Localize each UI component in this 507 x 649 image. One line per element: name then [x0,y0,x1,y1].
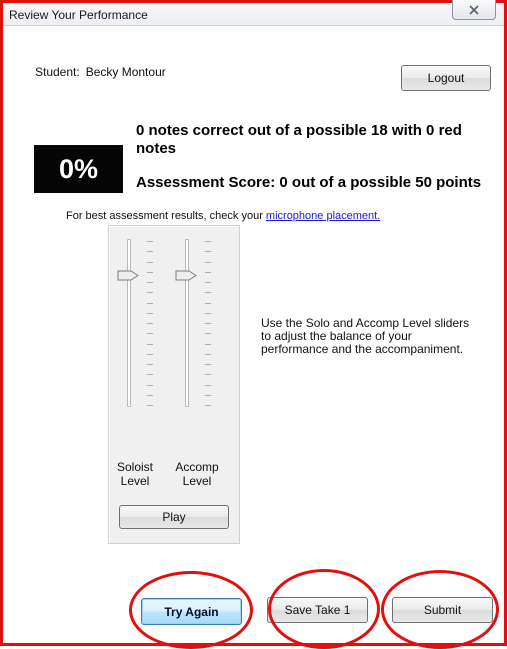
tick-mark [205,344,211,345]
tick-mark [147,282,153,283]
tick-mark [147,364,153,365]
submit-button[interactable]: Submit [392,597,493,623]
tick-mark [205,323,211,324]
save-take-button[interactable]: Save Take 1 [267,597,368,623]
tick-mark [205,282,211,283]
mic-hint-text: For best assessment results, check your [66,210,263,222]
tick-mark [147,272,153,273]
tick-mark [205,303,211,304]
soloist-level-label: Soloist Level [116,460,154,488]
tick-mark [147,262,153,263]
microphone-placement-link[interactable]: microphone placement. [266,210,380,222]
tick-mark [147,292,153,293]
close-icon [469,4,479,15]
tick-mark [205,333,211,334]
tick-mark [205,292,211,293]
soloist-slider-track [127,239,131,407]
tick-mark [205,395,211,396]
tick-mark [205,354,211,355]
notes-summary: 0 notes correct out of a possible 18 wit… [136,122,462,157]
tick-mark [147,333,153,334]
slider-thumb-icon[interactable] [117,270,139,281]
tick-mark [205,405,211,406]
level-mixer-panel: Soloist Level Accomp Level Play [108,225,240,544]
tick-mark [205,272,211,273]
title-bar: Review Your Performance [3,0,504,26]
student-info: Student: Becky Montour [35,65,166,79]
tick-mark [205,251,211,252]
accomp-level-label: Accomp Level [175,460,219,488]
tick-mark [147,313,153,314]
window-title: Review Your Performance [9,8,148,22]
tick-mark [147,241,153,242]
review-performance-window: Review Your Performance Student: Becky Mo… [0,0,507,649]
tick-mark [147,374,153,375]
tick-mark [205,262,211,263]
tick-mark [205,241,211,242]
percent-score: 0% [34,145,123,193]
close-button[interactable] [452,0,496,20]
student-label: Student: [35,65,80,79]
slider-thumb-icon[interactable] [175,270,197,281]
accomp-slider-track [185,239,189,407]
accomp-level-slider[interactable] [175,239,199,407]
tick-mark [147,251,153,252]
tick-mark [147,385,153,386]
slider-instructions: Use the Solo and Accomp Level sliders to… [261,316,470,356]
mic-hint: For best assessment results, check your … [66,210,506,222]
play-button[interactable]: Play [119,505,229,529]
tick-mark [147,395,153,396]
tick-mark [147,323,153,324]
tick-mark [147,354,153,355]
tick-mark [147,303,153,304]
tick-mark [205,385,211,386]
assessment-score: Assessment Score: 0 out of a possible 50… [136,174,482,191]
tick-mark [205,374,211,375]
logout-button[interactable]: Logout [401,65,491,91]
student-name: Becky Montour [85,65,166,79]
accomp-tick-marks [205,239,211,407]
tick-mark [205,313,211,314]
soloist-tick-marks [147,239,153,407]
tick-mark [147,405,153,406]
tick-mark [205,364,211,365]
tick-mark [147,344,153,345]
soloist-level-slider[interactable] [117,239,141,407]
try-again-button[interactable]: Try Again [141,598,242,625]
